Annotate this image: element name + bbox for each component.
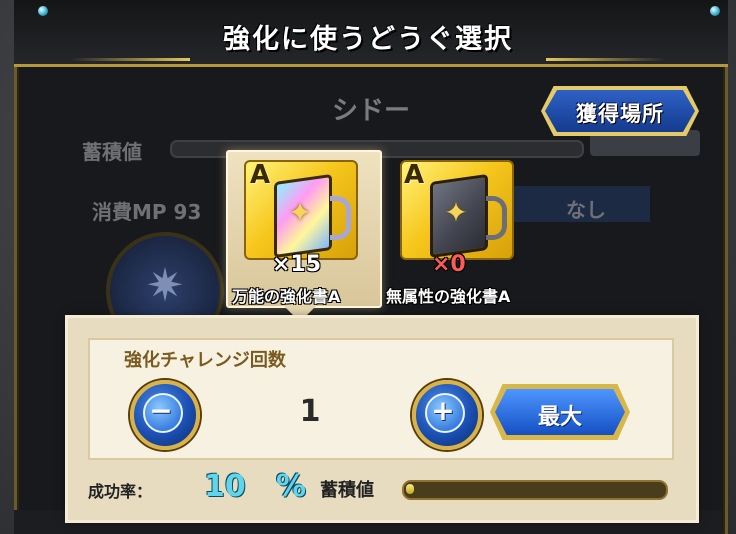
accumulation-bar-fill [406,484,414,494]
star-emblem-icon: ✦ [288,196,312,229]
item-name: 万能の強化書A [232,287,341,306]
item-name: 無属性の強化書A [386,287,511,306]
corner-gem-icon [710,6,720,16]
book-handle-icon [330,196,351,240]
star-emblem-icon: ✦ [444,196,468,229]
item-quantity: ×0 [432,252,466,277]
title-ornament-right [546,58,666,61]
corner-gem-icon [38,6,48,16]
background-skill-star-icon: ✷ [145,258,185,312]
accumulation-label: 蓄積値 [320,480,374,501]
item-grade-badge: A [250,160,271,190]
background-element-value: なし [566,198,606,222]
background-accumulation-label: 蓄積値 [82,140,142,164]
book-handle-icon [486,196,507,240]
plus-icon[interactable]: + [423,393,463,429]
accumulation-bar [402,480,668,500]
background-mp-label: 消費MP 93 [92,200,202,224]
max-button-label[interactable]: 最大 [490,399,630,431]
page-title: 強化に使うどうぐ選択 [223,24,513,55]
item-grade-badge: A [404,160,425,190]
acquire-location-button-label[interactable]: 獲得場所 [541,98,699,128]
success-rate-unit: % [276,469,307,504]
item-quantity: ×15 [272,252,322,277]
challenge-count-label: 強化チャレンジ回数 [124,350,286,371]
minus-icon[interactable]: − [141,393,181,429]
success-rate-label: 成功率： [88,482,153,501]
success-rate-value: 10 [204,469,246,504]
challenge-count-value: 1 [299,394,321,429]
title-ornament-left [70,58,190,61]
background-character-name: シドー [332,96,411,126]
